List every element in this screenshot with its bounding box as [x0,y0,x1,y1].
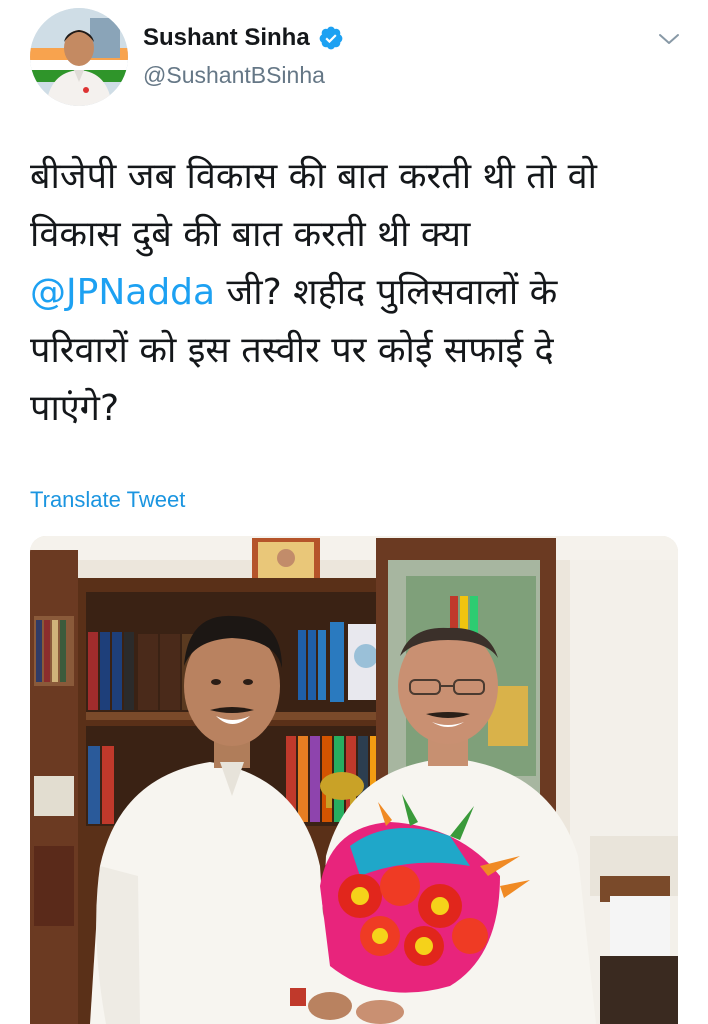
mention-link[interactable]: @JPNadda [30,272,215,313]
verified-badge-icon [318,25,344,51]
tweet-text-line: विकास दुबे की बात करती थी क्या [30,214,471,255]
avatar[interactable] [30,8,128,106]
author-handle[interactable]: @SushantBSinha [143,62,325,89]
tweet-text-segment: जी? शहीद पुलिसवालों के [215,272,558,313]
avatar-image [30,8,128,106]
tweet-text: बीजेपी जब विकास की बात करती थी तो वो विक… [30,148,670,438]
tweet-card: Sushant Sinha @SushantBSinha बीजेपी जब व… [0,0,708,1024]
tweet-text-line: @JPNadda जी? शहीद पुलिसवालों के [30,264,670,322]
tweet-text-line: पाएंगे? [30,388,120,429]
translate-tweet-link[interactable]: Translate Tweet [30,487,185,513]
chevron-down-icon[interactable] [655,28,683,50]
tweet-photo[interactable] [30,536,678,1024]
photo-image [30,536,678,1024]
author-name-row[interactable]: Sushant Sinha [143,24,344,52]
tweet-text-line: परिवारों को इस तस्वीर पर कोई सफाई दे [30,330,554,371]
author-display-name[interactable]: Sushant Sinha [143,24,310,52]
tweet-text-line: बीजेपी जब विकास की बात करती थी तो वो [30,156,597,197]
